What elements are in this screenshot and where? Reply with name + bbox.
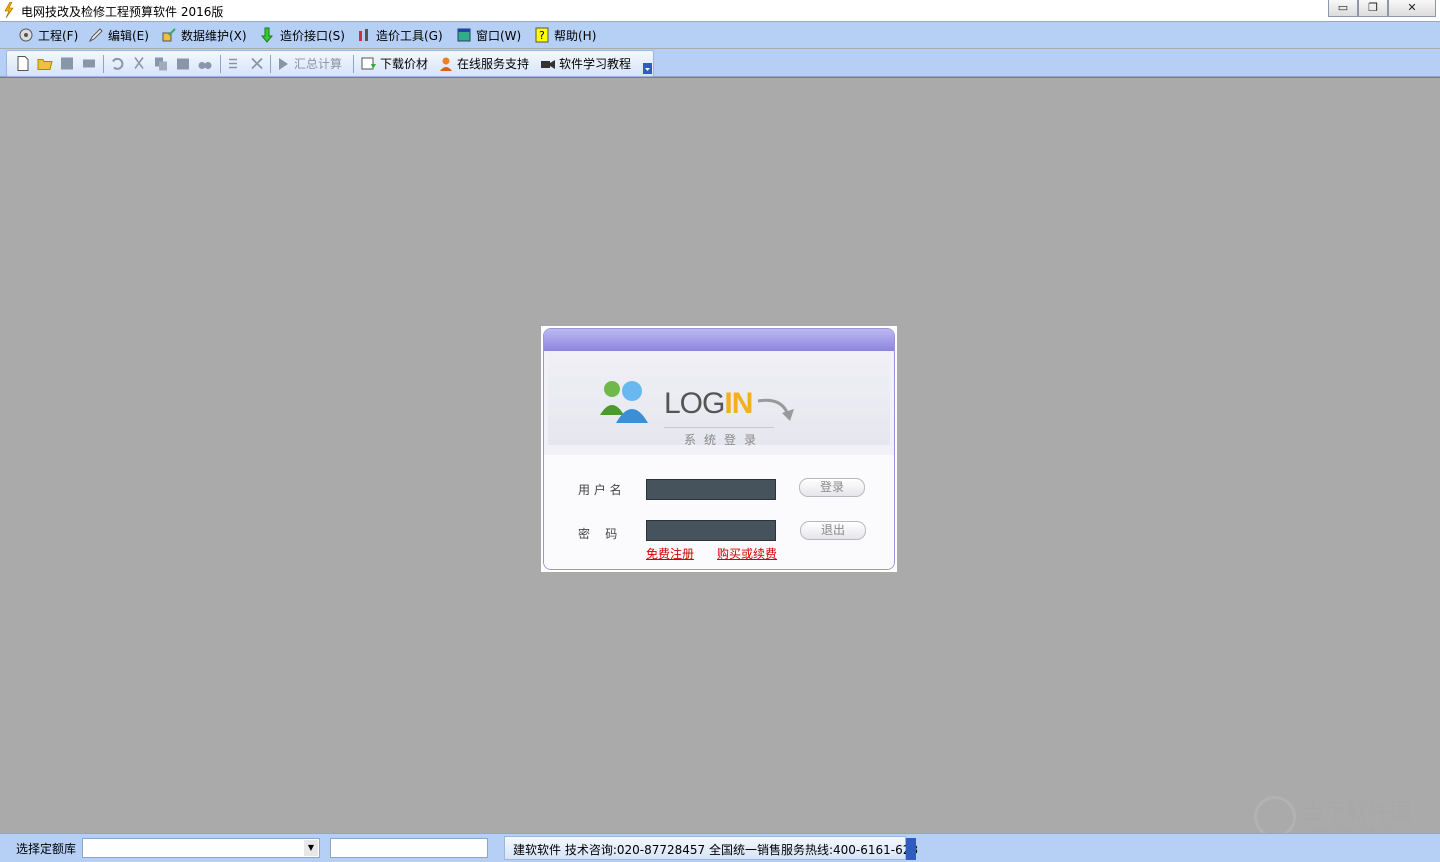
online-support-button[interactable]: 在线服务支持: [438, 55, 529, 72]
save-icon[interactable]: [59, 55, 75, 72]
help-icon: ?: [535, 27, 549, 43]
data-maintenance-icon: [162, 28, 176, 42]
svg-text:?: ?: [539, 29, 545, 42]
exit-button[interactable]: 退出: [800, 521, 866, 540]
play-icon: [279, 57, 288, 70]
download-price-label: 下载价材: [380, 57, 429, 71]
quota-library-select[interactable]: ▼: [82, 838, 320, 858]
menu-bar: 工程(F) 编辑(E) 数据维护(X) 造价接口(S) 造价工具(G) 窗口(W…: [0, 22, 1440, 48]
menu-tools[interactable]: 造价工具(G): [356, 26, 443, 44]
copy-icon[interactable]: [153, 55, 169, 72]
toolbar-separator: [103, 55, 104, 73]
chevron-down-icon[interactable]: ▼: [304, 840, 318, 856]
login-banner: LOGIN 系统登录: [548, 351, 890, 447]
menu-label: 数据维护(X): [181, 28, 247, 43]
window-controls: ▭ ❐ ✕: [1328, 0, 1436, 18]
logo-divider: [664, 427, 774, 428]
menu-label: 造价工具(G): [376, 28, 443, 43]
login-dialog: LOGIN 系统登录 用 户 名 登录 密 码 退出 免费注册 购买或续费: [541, 326, 897, 572]
support-person-icon: [440, 57, 452, 71]
menu-help[interactable]: ? 帮助(H): [534, 26, 596, 44]
menu-label: 工程(F): [38, 28, 79, 43]
interface-icon: [260, 27, 274, 43]
tutorial-label: 软件学习教程: [559, 57, 632, 71]
print-icon[interactable]: [81, 55, 97, 72]
toolbar-separator: [270, 55, 271, 73]
cut-icon[interactable]: [131, 55, 147, 72]
close-icon[interactable]: ✕: [1388, 0, 1436, 17]
login-button[interactable]: 登录: [799, 478, 865, 497]
login-subtitle: 系统登录: [684, 433, 765, 447]
toolbar-strip: 汇总计算 下载价材 在线服务支持 软件学习教程: [6, 50, 654, 77]
toolbar-separator: [353, 55, 354, 73]
login-header: [544, 329, 894, 351]
username-input[interactable]: [646, 479, 776, 500]
minimize-icon[interactable]: ▭: [1328, 0, 1358, 17]
delete-icon[interactable]: [249, 55, 265, 72]
username-label: 用 户 名: [578, 483, 622, 497]
download-price-button[interactable]: 下载价材: [361, 55, 428, 72]
contact-info-text: 建软软件 技术咨询:020-87728457 全国统一销售服务热线:400-61…: [513, 843, 919, 857]
online-support-label: 在线服务支持: [457, 57, 530, 71]
edit-icon: [88, 28, 103, 43]
login-frame: LOGIN 系统登录 用 户 名 登录 密 码 退出 免费注册 购买或续费: [543, 328, 895, 570]
menu-label: 帮助(H): [554, 28, 597, 43]
watermark-name: 当下软件园: [1302, 800, 1413, 825]
quota-library-label: 选择定额库: [16, 842, 77, 856]
buy-renew-link[interactable]: 购买或续费: [717, 545, 777, 562]
statusbar-overflow-icon[interactable]: [906, 838, 916, 860]
window-icon: [457, 28, 471, 42]
tutorial-button[interactable]: 软件学习教程: [540, 55, 631, 72]
insert-row-icon[interactable]: [227, 55, 243, 72]
paste-icon[interactable]: [175, 55, 191, 72]
logo-log: LOG: [664, 387, 725, 420]
menu-interface[interactable]: 造价接口(S): [260, 26, 345, 44]
menu-label: 编辑(E): [108, 28, 149, 43]
find-icon[interactable]: [197, 55, 213, 72]
logo-text: LOGIN: [664, 387, 753, 421]
summary-calc-button[interactable]: 汇总计算: [275, 55, 342, 72]
new-file-icon[interactable]: [15, 55, 31, 72]
menu-label: 造价接口(S): [280, 28, 345, 43]
register-link[interactable]: 免费注册: [646, 545, 694, 562]
menu-label: 窗口(W): [476, 28, 522, 43]
users-icon: [600, 381, 648, 423]
menu-data-maintenance[interactable]: 数据维护(X): [161, 26, 247, 44]
restore-icon[interactable]: ❐: [1358, 0, 1388, 17]
tools-icon: [359, 29, 368, 41]
title-bar: 电网技改及检修工程预算软件 2016版 ▭ ❐ ✕: [0, 0, 1440, 22]
summary-calc-label: 汇总计算: [294, 57, 343, 71]
logo-in: IN: [724, 387, 753, 420]
menu-project[interactable]: 工程(F): [18, 26, 78, 44]
toolbar-separator: [220, 55, 221, 73]
password-input[interactable]: [646, 520, 776, 541]
video-camera-icon: [541, 59, 555, 69]
status-bar: 选择定额库 ▼ 建软软件 技术咨询:020-87728457 全国统一销售服务热…: [0, 833, 1440, 862]
app-logo-icon: [4, 2, 14, 18]
watermark-logo-icon: [1254, 796, 1296, 838]
arrow-icon: [757, 398, 794, 421]
password-label: 密 码: [578, 527, 618, 541]
window-title: 电网技改及检修工程预算软件 2016版: [21, 5, 224, 19]
login-form: 用 户 名 登录 密 码 退出 免费注册 购买或续费: [544, 455, 894, 569]
toolbar-overflow-icon[interactable]: [643, 63, 652, 74]
menu-edit[interactable]: 编辑(E): [88, 26, 149, 44]
undo-icon[interactable]: [109, 55, 125, 72]
open-folder-icon[interactable]: [37, 55, 53, 72]
menu-window[interactable]: 窗口(W): [456, 26, 521, 44]
download-icon: [361, 57, 376, 69]
project-icon: [19, 28, 33, 42]
toolbar: 汇总计算 下载价材 在线服务支持 软件学习教程: [0, 49, 1440, 77]
status-field: [330, 838, 488, 858]
contact-info-panel: 建软软件 技术咨询:020-87728457 全国统一销售服务热线:400-61…: [504, 836, 918, 860]
